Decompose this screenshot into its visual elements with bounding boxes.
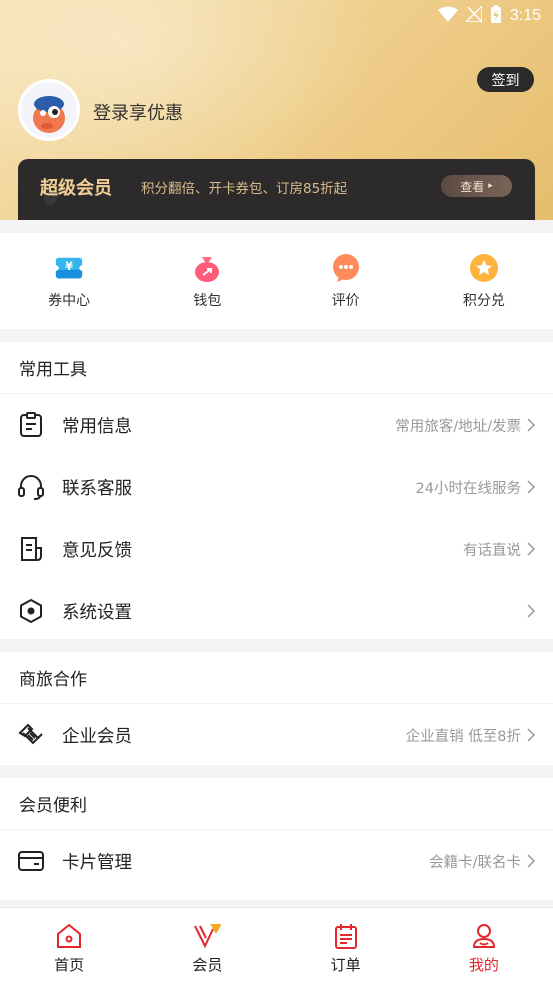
row-label: 企业会员 <box>62 726 132 747</box>
tab-label: 订单 <box>330 956 361 974</box>
member-benefits-section: 会员便利 卡片管理 会籍卡/联名卡 <box>0 778 553 900</box>
tab-home[interactable]: 首页 <box>0 908 138 983</box>
vip-description: 积分翻倍、开卡券包、订房85折起 <box>141 181 348 197</box>
quick-points-exchange[interactable]: 积分兑 <box>415 233 553 329</box>
business-section: 商旅合作 企业会员 企业直销 低至8折 <box>0 652 553 765</box>
vip-banner[interactable]: V 超级会员 积分翻倍、开卡券包、订房85折起 查看 ▸ <box>18 159 535 220</box>
section-title: 常用工具 <box>0 342 553 394</box>
tab-label: 会员 <box>192 956 223 974</box>
chevron-right-icon <box>527 603 537 619</box>
order-icon <box>332 922 360 950</box>
row-label: 常用信息 <box>62 416 132 437</box>
tab-label: 首页 <box>54 956 85 974</box>
battery-charging-icon <box>490 5 502 27</box>
row-label: 意见反馈 <box>62 540 132 561</box>
row-card-management[interactable]: 卡片管理 会籍卡/联名卡 <box>0 830 553 892</box>
profile-icon <box>470 922 498 950</box>
bottom-tab-bar: 首页 会员 订单 我的 <box>0 907 553 983</box>
row-feedback[interactable]: 意见反馈 有话直说 <box>0 518 553 580</box>
chevron-right-icon <box>527 541 537 557</box>
settings-icon <box>18 598 44 624</box>
chevron-right-icon <box>527 853 537 869</box>
quick-label: 钱包 <box>193 293 222 309</box>
play-arrow-icon: ▸ <box>488 181 493 191</box>
status-time: 3:15 <box>509 7 541 24</box>
no-signal-icon <box>464 4 483 26</box>
row-subtitle: 有话直说 <box>463 542 521 559</box>
card-icon <box>18 848 44 874</box>
headset-icon <box>18 474 44 500</box>
quick-label: 评价 <box>331 293 360 309</box>
section-title: 会员便利 <box>0 778 553 830</box>
tab-profile[interactable]: 我的 <box>415 908 553 983</box>
profile-header: 3:15 签到 登录享优惠 V 超级会员 积分翻倍、开卡券包、订房85折起 查看… <box>0 0 553 220</box>
tools-section: 常用工具 常用信息 常用旅客/地址/发票 联系客服 24小时在线服务 意见反馈 … <box>0 342 553 639</box>
row-subtitle: 会籍卡/联名卡 <box>429 854 521 871</box>
wallet-icon <box>192 253 222 283</box>
quick-actions: ¥ 券中心 钱包 评价 积分兑 <box>0 233 553 329</box>
quick-coupon-center[interactable]: ¥ 券中心 <box>0 233 138 329</box>
clipboard-icon <box>18 412 44 438</box>
tab-orders[interactable]: 订单 <box>277 908 415 983</box>
home-icon <box>55 922 83 950</box>
login-prompt[interactable]: 登录享优惠 <box>93 99 183 125</box>
vip-icon <box>193 922 222 950</box>
quick-review[interactable]: 评价 <box>277 233 415 329</box>
quick-wallet[interactable]: 钱包 <box>138 233 276 329</box>
row-subtitle: 24小时在线服务 <box>415 480 521 497</box>
svg-text:¥: ¥ <box>65 260 73 273</box>
row-subtitle: 企业直销 低至8折 <box>405 728 521 745</box>
chevron-right-icon <box>527 727 537 743</box>
tab-label: 我的 <box>468 956 499 974</box>
vip-view-button[interactable]: 查看 ▸ <box>441 175 512 197</box>
vip-title: 超级会员 <box>40 178 112 199</box>
section-title: 商旅合作 <box>0 652 553 704</box>
vip-view-label: 查看 <box>460 179 485 194</box>
handshake-icon <box>18 722 44 748</box>
row-enterprise-member[interactable]: 企业会员 企业直销 低至8折 <box>0 704 553 766</box>
wifi-icon <box>437 6 458 26</box>
row-label: 卡片管理 <box>62 852 132 873</box>
row-system-settings[interactable]: 系统设置 <box>0 580 553 642</box>
status-bar: 3:15 <box>0 0 553 32</box>
row-label: 联系客服 <box>62 478 132 499</box>
coupon-icon: ¥ <box>54 253 85 283</box>
chevron-right-icon <box>527 479 537 495</box>
points-icon <box>469 253 499 283</box>
row-customer-service[interactable]: 联系客服 24小时在线服务 <box>0 456 553 518</box>
avatar[interactable] <box>18 79 80 141</box>
quick-label: 积分兑 <box>462 293 505 309</box>
checkin-button[interactable]: 签到 <box>477 67 534 92</box>
feedback-icon <box>18 536 44 562</box>
quick-label: 券中心 <box>48 293 91 309</box>
row-subtitle: 常用旅客/地址/发票 <box>395 418 521 435</box>
row-common-info[interactable]: 常用信息 常用旅客/地址/发票 <box>0 394 553 456</box>
row-label: 系统设置 <box>62 602 132 623</box>
review-icon <box>331 253 361 283</box>
tab-vip[interactable]: 会员 <box>138 908 276 983</box>
chevron-right-icon <box>527 417 537 433</box>
